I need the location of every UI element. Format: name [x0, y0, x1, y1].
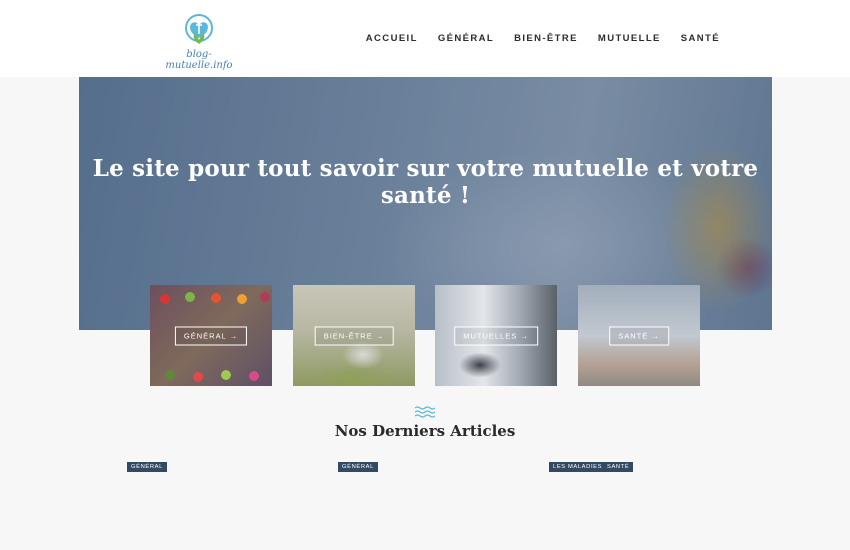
- site-logo[interactable]: blog-mutuelle.info: [158, 14, 240, 71]
- category-button-sante[interactable]: SANTÉ →: [609, 326, 669, 345]
- category-card-sante[interactable]: SANTÉ →: [578, 285, 700, 386]
- nav-accueil[interactable]: ACCUEIL: [366, 33, 418, 44]
- category-button-bien-etre[interactable]: BIEN-ÊTRE →: [314, 326, 394, 345]
- category-button-general[interactable]: GÉNÉRAL →: [174, 326, 248, 345]
- category-card-general[interactable]: GÉNÉRAL →: [150, 285, 272, 386]
- article-tag-les-maladies[interactable]: LES MALADIES: [549, 462, 607, 472]
- category-button-mutuelles[interactable]: MUTUELLES →: [454, 326, 538, 345]
- nav-mutuelle[interactable]: MUTUELLE: [598, 33, 661, 44]
- main-nav: ACCUEIL GÉNÉRAL BIEN-ÊTRE MUTUELLE SANTÉ: [366, 33, 720, 44]
- category-card-mutuelles[interactable]: MUTUELLES →: [435, 285, 557, 386]
- category-card-bien-etre[interactable]: BIEN-ÊTRE →: [293, 285, 415, 386]
- article-tag-general[interactable]: GÉNÉRAL: [338, 462, 378, 472]
- article-tag-general[interactable]: GÉNÉRAL: [127, 462, 167, 472]
- nav-sante[interactable]: SANTÉ: [681, 33, 720, 44]
- logo-text: blog-mutuelle.info: [165, 49, 233, 71]
- site-header: blog-mutuelle.info ACCUEIL GÉNÉRAL BIEN-…: [0, 0, 850, 77]
- hero-title: Le site pour tout savoir sur votre mutue…: [92, 155, 759, 209]
- waves-icon: [415, 406, 435, 418]
- latest-articles-title: Nos Derniers Articles: [334, 422, 516, 440]
- nav-general[interactable]: GÉNÉRAL: [438, 33, 494, 44]
- nav-bien-etre[interactable]: BIEN-ÊTRE: [514, 33, 578, 44]
- logo-mark-icon: [185, 14, 213, 44]
- article-tag-sante[interactable]: SANTÉ: [603, 462, 634, 472]
